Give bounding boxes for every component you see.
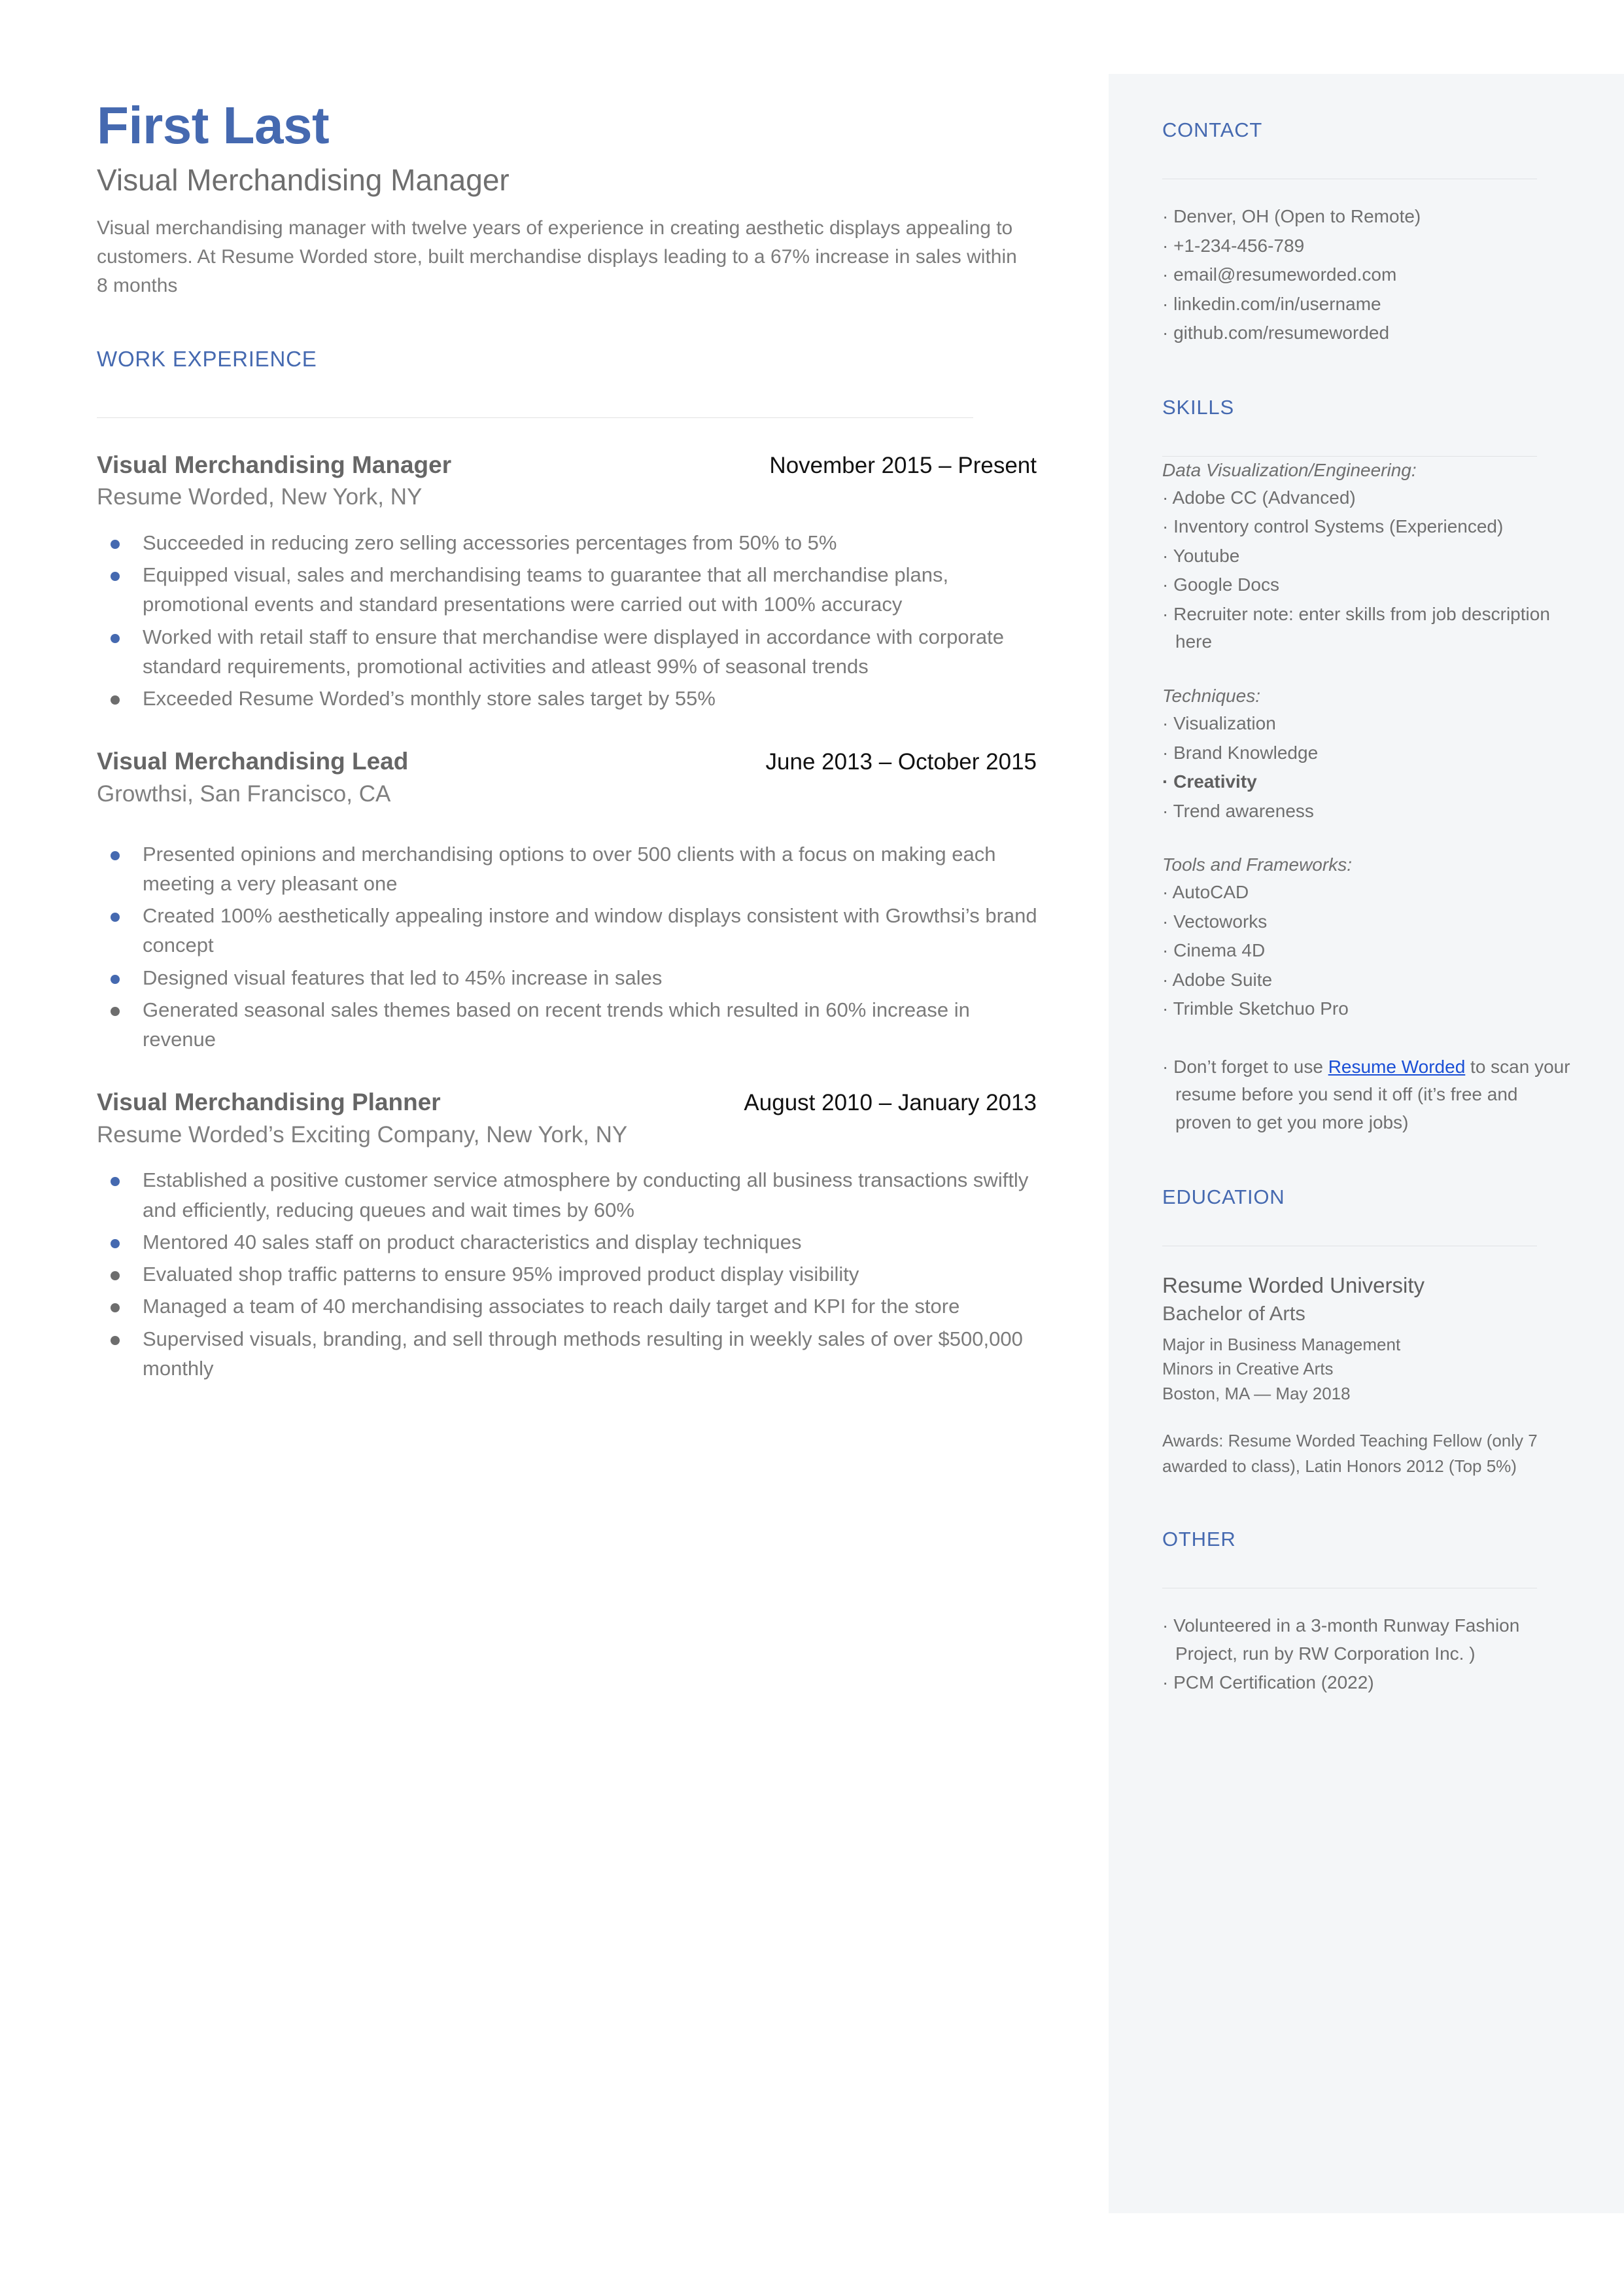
education-major: Major in Business Management (1162, 1335, 1401, 1355)
skill-item: · Recruiter note: enter skills from job … (1162, 603, 1550, 652)
education-minor: Minors in Creative Arts (1162, 1359, 1334, 1379)
education-degree: Bachelor of Arts (1162, 1302, 1305, 1325)
job-dates: June 2013 – October 2015 (765, 749, 1037, 775)
skills-groups: Data Visualization/Engineering: · Adobe C… (1162, 457, 1577, 1023)
job-bullet: Supervised visuals, branding, and sell t… (97, 1324, 1039, 1384)
contact-item: · github.com/resumeworded (1162, 323, 1390, 343)
skill-group-list: · Visualization · Brand Knowledge · Creati… (1162, 710, 1577, 825)
job-bullet: Created 100% aesthetically appealing ins… (97, 901, 1039, 960)
contact-list: · Denver, OH (Open to Remote) · +1-234-45… (1162, 203, 1577, 347)
work-experience-entry: Visual Merchandising Manager November 201… (97, 451, 1039, 714)
job-bullet: Succeeded in reducing zero selling acces… (97, 528, 1039, 557)
other-item: · PCM Certification (2022) (1162, 1672, 1374, 1693)
job-role: Visual Merchandising Planner (97, 1089, 441, 1116)
job-role: Visual Merchandising Manager (97, 451, 452, 478)
section-heading-other: OTHER (1162, 1528, 1236, 1551)
skill-item: · Cinema 4D (1162, 940, 1266, 961)
job-bullet: Equipped visual, sales and merchandising… (97, 560, 1039, 620)
skill-item: · AutoCAD (1162, 882, 1249, 903)
job-company: Resume Worded, New York, NY (97, 484, 423, 510)
skill-group-label: Tools and Frameworks: (1162, 854, 1352, 875)
other-item: · Volunteered in a 3-month Runway Fashio… (1162, 1615, 1520, 1664)
headline-job-title: Visual Merchandising Manager (97, 163, 510, 197)
job-role: Visual Merchandising Lead (97, 748, 409, 775)
job-bullet: Evaluated shop traffic patterns to ensur… (97, 1259, 1039, 1289)
job-company: Resume Worded’s Exciting Company, New Yo… (97, 1121, 628, 1148)
skill-item: · Youtube (1162, 545, 1240, 566)
sidebar: CONTACT · Denver, OH (Open to Remote) · +… (1109, 74, 1624, 2213)
skill-group-list: · AutoCAD · Vectoworks · Cinema 4D · Adobe … (1162, 879, 1577, 1023)
section-heading-education: EDUCATION (1162, 1185, 1285, 1208)
contact-item: · email@resumeworded.com (1162, 264, 1397, 285)
job-bullet: Established a positive customer service … (97, 1165, 1039, 1225)
section-heading-work-experience: WORK EXPERIENCE (97, 346, 317, 371)
job-dates: August 2010 – January 2013 (744, 1090, 1037, 1116)
work-experience-list: Visual Merchandising Manager November 201… (97, 451, 1039, 1383)
job-bullet: Worked with retail staff to ensure that … (97, 622, 1039, 682)
summary-paragraph: Visual merchandising manager with twelve… (97, 217, 1017, 297)
skill-item: · Inventory control Systems (Experienced… (1162, 516, 1504, 537)
skill-group-label: Techniques: (1162, 686, 1260, 707)
work-experience-entry: Visual Merchandising Planner August 2010 … (97, 1088, 1039, 1383)
job-header-row: Visual Merchandising Planner August 2010 … (97, 1088, 1037, 1117)
job-header-row: Visual Merchandising Lead June 2013 – Oct… (97, 747, 1037, 776)
resume-page: First Last Visual Merchandising Manager … (0, 0, 1624, 2295)
job-bullet: Generated seasonal sales themes based on… (97, 995, 1039, 1055)
job-bullet-list: Presented opinions and merchandising opt… (97, 839, 1039, 1055)
section-heading-skills: SKILLS (1162, 395, 1234, 419)
job-bullet: Designed visual features that led to 45%… (97, 963, 1039, 992)
job-bullet: Presented opinions and merchandising opt… (97, 839, 1039, 899)
job-bullet-list: Succeeded in reducing zero selling acces… (97, 528, 1039, 714)
other-list: · Volunteered in a 3-month Runway Fashio… (1162, 1612, 1577, 1697)
resume-worded-link[interactable]: Resume Worded (1328, 1057, 1466, 1077)
job-company: Growthsi, San Francisco, CA (97, 781, 391, 807)
job-dates: November 2015 – Present (769, 452, 1037, 478)
education-school: Resume Worded University (1162, 1272, 1425, 1297)
main-column: First Last Visual Merchandising Manager … (97, 98, 1039, 1386)
note-text-before: · Don’t forget to use (1162, 1056, 1328, 1077)
job-header-row: Visual Merchandising Manager November 201… (97, 451, 1037, 480)
job-bullet: Managed a team of 40 merchandising assoc… (97, 1291, 1039, 1321)
page-title: First Last (97, 96, 330, 154)
skill-item: · Visualization (1162, 713, 1276, 734)
section-divider (97, 417, 973, 418)
job-bullet: Exceeded Resume Worded’s monthly store s… (97, 684, 1039, 713)
skill-item: · Adobe CC (Advanced) (1162, 487, 1356, 508)
contact-item: · linkedin.com/in/username (1162, 293, 1381, 314)
skill-item: · Creativity (1162, 771, 1257, 792)
contact-item: · +1-234-456-789 (1162, 235, 1305, 256)
resume-worded-note: · Don’t forget to use Resume Worded to s… (1162, 1053, 1577, 1137)
job-bullet: Mentored 40 sales staff on product chara… (97, 1227, 1039, 1257)
skill-group-label: Data Visualization/Engineering: (1162, 459, 1417, 480)
skill-item: · Vectoworks (1162, 911, 1268, 932)
contact-item: · Denver, OH (Open to Remote) (1162, 206, 1421, 226)
section-heading-contact: CONTACT (1162, 118, 1263, 141)
job-bullet-list: Established a positive customer service … (97, 1165, 1039, 1383)
work-experience-entry: Visual Merchandising Lead June 2013 – Oct… (97, 747, 1039, 1054)
skill-group-list: · Adobe CC (Advanced) · Inventory control… (1162, 484, 1577, 656)
education-awards: Awards: Resume Worded Teaching Fellow (o… (1162, 1431, 1538, 1477)
skill-item: · Google Docs (1162, 574, 1279, 595)
skill-item: · Trend awareness (1162, 800, 1314, 821)
skill-item: · Trimble Sketchuo Pro (1162, 998, 1349, 1019)
skill-item: · Brand Knowledge (1162, 742, 1319, 763)
skill-item: · Adobe Suite (1162, 969, 1273, 990)
education-location-date: Boston, MA — May 2018 (1162, 1383, 1351, 1403)
